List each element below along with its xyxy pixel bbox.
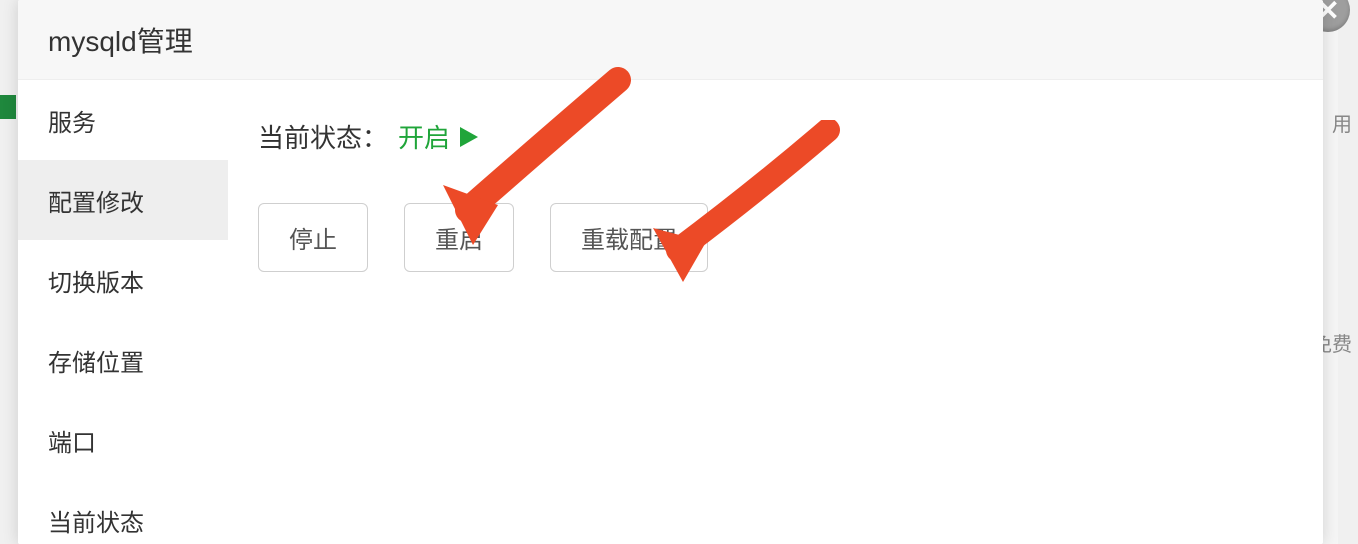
- sidebar-item-port[interactable]: 端口: [18, 400, 228, 480]
- play-icon: [460, 127, 478, 147]
- sidebar-item-current-status[interactable]: 当前状态: [18, 480, 228, 544]
- stop-button[interactable]: 停止: [258, 203, 368, 272]
- reload-config-button[interactable]: 重载配置: [550, 203, 708, 272]
- sidebar: 服务 配置修改 切换版本 存储位置 端口 当前状态: [18, 80, 228, 544]
- status-label: 当前状态：: [258, 118, 388, 155]
- sidebar-item-switch-version[interactable]: 切换版本: [18, 240, 228, 320]
- modal-title: mysqld管理: [48, 20, 193, 60]
- content-pane: 当前状态： 开启 停止 重启 重载配置: [228, 80, 1323, 544]
- sidebar-item-label: 端口: [48, 423, 96, 458]
- sidebar-item-storage[interactable]: 存储位置: [18, 320, 228, 400]
- sidebar-item-service[interactable]: 服务: [18, 80, 228, 160]
- sidebar-item-label: 切换版本: [48, 263, 144, 298]
- modal-header: mysqld管理: [18, 0, 1323, 80]
- modal: mysqld管理 服务 配置修改 切换版本 存储位置 端口 当前状态: [18, 0, 1323, 544]
- status-value: 开启: [398, 118, 450, 155]
- sidebar-item-label: 当前状态: [48, 503, 144, 538]
- background-text: 用: [1332, 108, 1352, 137]
- background-green-pill: [0, 95, 16, 119]
- background-right-edge: [1338, 0, 1358, 544]
- sidebar-item-label: 存储位置: [48, 343, 144, 378]
- modal-body: 服务 配置修改 切换版本 存储位置 端口 当前状态 当前状态： 开启: [18, 80, 1323, 544]
- sidebar-item-label: 配置修改: [48, 183, 144, 218]
- background-left-edge: [0, 0, 20, 544]
- status-row: 当前状态： 开启: [258, 118, 1293, 155]
- restart-button[interactable]: 重启: [404, 203, 514, 272]
- sidebar-item-label: 服务: [48, 103, 96, 138]
- buttons-row: 停止 重启 重载配置: [258, 203, 1293, 272]
- sidebar-item-config[interactable]: 配置修改: [18, 160, 228, 240]
